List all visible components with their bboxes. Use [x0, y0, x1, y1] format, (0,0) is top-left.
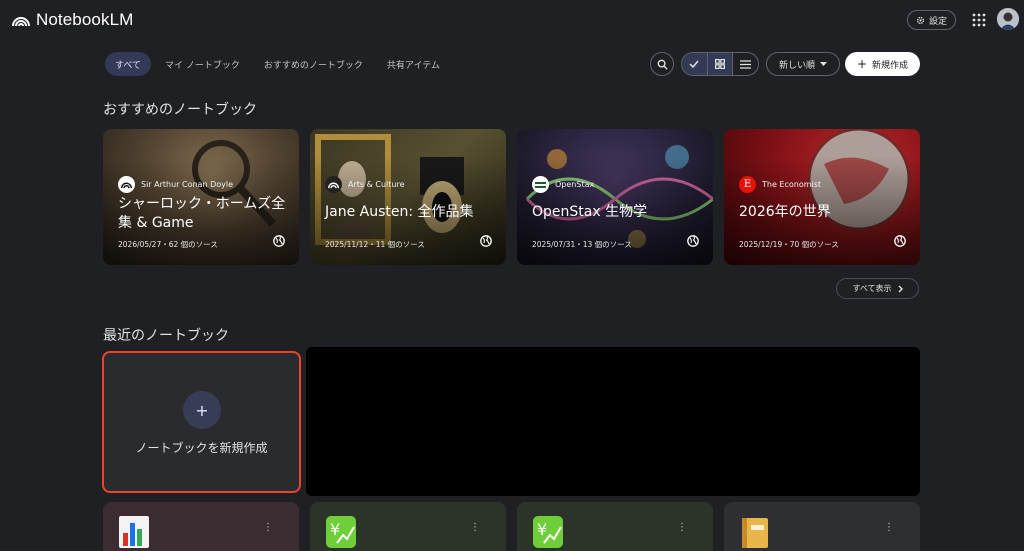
gear-icon	[916, 16, 925, 24]
card-title: 2026年の世界	[739, 204, 831, 220]
grid-icon[interactable]	[972, 13, 986, 27]
view-toggle	[681, 52, 759, 76]
more-options-icon[interactable]: ⋮	[884, 522, 894, 533]
show-all-button[interactable]: すべて表示	[836, 278, 919, 299]
app-logo[interactable]: NotebookLM	[12, 10, 133, 30]
featured-card-austen[interactable]: Arts & Culture Jane Austen: 全作品集 2025/11…	[310, 129, 506, 265]
sort-dropdown[interactable]: 新しい順	[766, 52, 840, 76]
public-globe-icon	[273, 235, 285, 247]
tab-all[interactable]: すべて	[105, 52, 152, 76]
create-notebook-card[interactable]: + ノートブックを新規作成	[102, 351, 301, 493]
caret-down-icon	[820, 61, 827, 66]
card-meta: 2025/07/31・13 個のソース	[532, 240, 632, 249]
card-meta: 2025/11/12・11 個のソース	[325, 240, 425, 249]
public-globe-icon	[480, 235, 492, 247]
new-notebook-button[interactable]: + 新規作成	[845, 52, 920, 76]
bar-chart-emoji-icon	[119, 516, 149, 548]
plus-icon: +	[856, 57, 868, 71]
svg-text:¥: ¥	[537, 520, 547, 539]
featured-card-economist[interactable]: E The Economist 2026年の世界 2025/12/19・70 個…	[724, 129, 920, 265]
plus-icon: +	[183, 391, 221, 429]
card-source: E The Economist	[739, 176, 821, 193]
svg-text:¥: ¥	[330, 520, 340, 539]
notebooklm-logo-icon	[12, 17, 30, 27]
chevron-right-icon	[898, 285, 903, 292]
list-view-button[interactable]	[732, 53, 758, 75]
recent-notebook-card[interactable]: ¥ ⋮	[310, 502, 506, 551]
card-meta: 2025/12/19・70 個のソース	[739, 240, 839, 249]
tab-shared[interactable]: 共有アイテム	[377, 52, 450, 76]
featured-card-sherlock[interactable]: Sir Arthur Conan Doyle シャーロック・ホームズ全集 & G…	[103, 129, 299, 265]
tab-my-notebooks[interactable]: マイ ノートブック	[155, 52, 250, 76]
create-notebook-label: ノートブックを新規作成	[135, 441, 268, 455]
check-icon	[689, 60, 699, 68]
grid-view-icon	[715, 59, 725, 69]
card-source: Arts & Culture	[325, 176, 405, 193]
arts-culture-source-icon	[325, 176, 342, 193]
featured-card-openstax[interactable]: OpenStax OpenStax 生物学 2025/07/31・13 個のソー…	[517, 129, 713, 265]
search-button[interactable]	[650, 52, 674, 76]
grid-view-button[interactable]	[706, 53, 733, 75]
card-source: Sir Arthur Conan Doyle	[118, 176, 233, 193]
top-bar: NotebookLM 設定	[0, 0, 1024, 40]
card-title: Jane Austen: 全作品集	[325, 204, 474, 220]
more-options-icon[interactable]: ⋮	[263, 522, 273, 533]
public-globe-icon	[894, 235, 906, 247]
ledger-emoji-icon	[742, 518, 768, 548]
public-globe-icon	[687, 235, 699, 247]
search-icon	[657, 59, 668, 70]
settings-label: 設定	[929, 16, 948, 27]
view-check-segment[interactable]	[682, 53, 707, 75]
video-overlay-panel	[306, 347, 920, 496]
settings-button[interactable]: 設定	[907, 10, 957, 30]
notebooklm-source-icon	[118, 176, 135, 193]
recent-notebook-card[interactable]: ¥ ⋮	[517, 502, 713, 551]
more-options-icon[interactable]: ⋮	[470, 522, 480, 533]
recent-notebook-card[interactable]: ⋮	[103, 502, 299, 551]
recent-notebook-card[interactable]: ⋮	[724, 502, 920, 551]
tab-featured[interactable]: おすすめのノートブック	[254, 52, 373, 76]
user-avatar[interactable]	[997, 8, 1019, 30]
economist-source-icon: E	[739, 176, 756, 193]
card-title: シャーロック・ホームズ全集 & Game	[118, 196, 286, 231]
new-label: 新規作成	[872, 60, 909, 71]
card-meta: 2026/05/27・62 個のソース	[118, 240, 218, 249]
recent-heading: 最近のノートブック	[103, 328, 229, 344]
yen-chart-emoji-icon: ¥	[533, 516, 563, 548]
openstax-source-icon	[532, 176, 549, 193]
list-view-icon	[740, 59, 752, 69]
card-source: OpenStax	[532, 176, 594, 193]
app-title: NotebookLM	[36, 10, 134, 29]
yen-chart-emoji-icon: ¥	[326, 516, 356, 548]
sort-label: 新しい順	[778, 60, 815, 71]
filter-tabs: すべて マイ ノートブック おすすめのノートブック 共有アイテム	[105, 52, 450, 76]
featured-heading: おすすめのノートブック	[103, 102, 257, 118]
more-options-icon[interactable]: ⋮	[677, 522, 687, 533]
show-all-label: すべて表示	[852, 284, 892, 293]
card-title: OpenStax 生物学	[532, 204, 648, 220]
